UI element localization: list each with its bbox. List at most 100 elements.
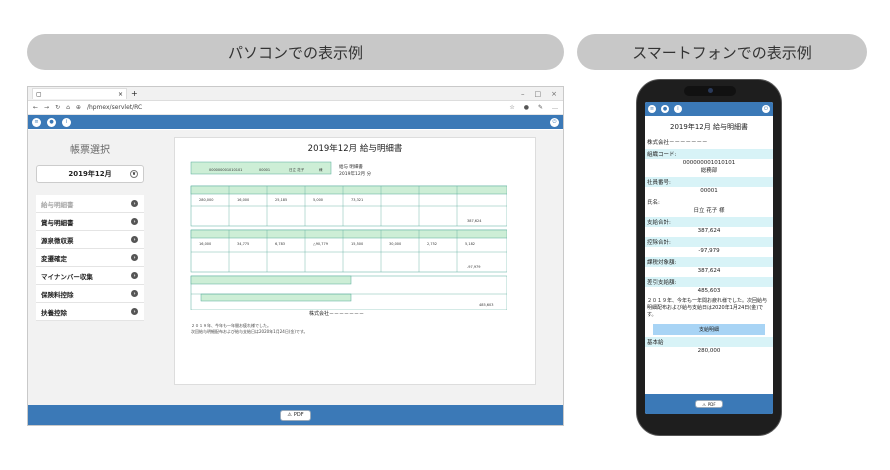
report-sidebar: 帳票選択 2019年12月 ∨ 給与明細書 › 賞与明細書 › 源泉徴収票 › 変遷確… [36, 136, 144, 405]
deduct-value: 30,000 [389, 242, 401, 246]
sp-field-label: 社員番号: [645, 177, 773, 187]
menu-item-withholding[interactable]: 源泉徴収票 › [36, 231, 144, 249]
logout-icon[interactable]: ⏻ [550, 117, 559, 127]
note-line: 次回給与明細配布および給与支給日は2020年1月24日(金)です。 [191, 329, 308, 334]
favorite-star-icon[interactable]: ☆ [509, 104, 514, 111]
menu-item-label: マイナンバー収集 [41, 272, 93, 281]
sp-field-label: 課税対象額: [645, 257, 773, 267]
url-field[interactable]: /hpmex/servlet/RC [87, 104, 142, 111]
menu-item-insurance[interactable]: 保険料控除 › [36, 285, 144, 303]
sp-pdf-button[interactable]: ⚠ PDF [695, 400, 723, 408]
menu-item-label: 給与明細書 [41, 200, 74, 209]
window-close-button[interactable]: × [551, 90, 557, 98]
site-info-icon[interactable]: ⊕ [76, 104, 81, 111]
sp-field-label: 控除合計: [645, 237, 773, 247]
net-total: 485,603 [479, 303, 493, 307]
pen-icon[interactable]: ✎ [538, 104, 543, 111]
smartphone: ≡ ● i ⏻ 2019年12月 給与明細書 株式会社－－－－－－－ 組織コード… [636, 79, 782, 436]
browser-tab-bar: ▢ × + – □ × [28, 87, 563, 101]
chevron-right-icon: › [131, 254, 138, 261]
payslip-table: 000000001010101 00001 日立 花子 様 給与 明細書 201… [190, 161, 507, 310]
sp-bottom-bar: ⚠ PDF [645, 394, 773, 414]
info-icon[interactable]: i [674, 105, 682, 113]
menu-item-bonus[interactable]: 賞与明細書 › [36, 213, 144, 231]
menu-item-salary[interactable]: 給与明細書 › [36, 195, 144, 213]
sp-item-label: 基本給 [645, 337, 773, 347]
deduct-value: △90,779 [313, 242, 328, 246]
deduct-value: 34,775 [237, 242, 249, 246]
new-tab-button[interactable]: + [131, 89, 138, 98]
chevron-down-icon: ∨ [130, 170, 138, 178]
profile-icon[interactable]: ● [524, 104, 529, 111]
pdf-button[interactable]: ⚠ PDF [280, 409, 311, 421]
menu-item-label: 扶養控除 [41, 308, 67, 317]
payslip-notes: ２０１９年、今年も一年間お疲れ様でした。 次回給与明細配布および給与支給日は20… [191, 323, 308, 335]
chevron-right-icon: › [131, 236, 138, 243]
pdf-button-label: PDF [293, 412, 304, 418]
sp-detail-button[interactable]: 支給明細 [653, 324, 765, 335]
browser-tab[interactable]: ▢ × [32, 88, 127, 99]
minimize-button[interactable]: – [521, 90, 525, 98]
reload-icon[interactable]: ↻ [55, 104, 60, 111]
menu-icon[interactable]: ≡ [32, 117, 41, 127]
menu-item-dependent[interactable]: 扶養控除 › [36, 303, 144, 321]
logout-icon[interactable]: ⏻ [762, 105, 770, 113]
sp-field-label: 組織コード: [645, 149, 773, 159]
header-kind: 給与 明細書 [339, 163, 363, 170]
sp-field-label: 氏名: [647, 200, 660, 206]
chevron-right-icon: › [131, 308, 138, 315]
pdf-button-label: PDF [707, 401, 716, 407]
sidebar-title: 帳票選択 [70, 145, 110, 156]
more-icon[interactable]: … [552, 104, 558, 111]
sp-field-value: 387,624 [697, 228, 721, 234]
sp-heading: スマートフォンでの表示例 [577, 34, 867, 70]
month-select-value: 2019年12月 [68, 170, 112, 178]
deduct-value: 16,000 [199, 242, 211, 246]
sp-title: 2019年12月 給与明細書 [670, 123, 748, 131]
sp-field-value: 00001 [700, 188, 718, 194]
month-select[interactable]: 2019年12月 ∨ [36, 165, 144, 183]
payslip-title: 2019年12月 給与明細書 [307, 144, 403, 154]
header-period: 2019年12月 分 [339, 170, 372, 177]
tab-close-button[interactable]: × [118, 91, 123, 98]
earn-value: 25,185 [275, 198, 287, 202]
sp-item-value: 280,000 [697, 348, 721, 354]
pc-browser-window: ▢ × + – □ × ← → ↻ ⌂ ⊕ /hpmex/servlet/RC … [27, 86, 564, 426]
deduct-value: 2,752 [427, 242, 437, 246]
menu-item-mynumber[interactable]: マイナンバー収集 › [36, 267, 144, 285]
menu-item-change[interactable]: 変遷確定 › [36, 249, 144, 267]
maximize-button[interactable]: □ [535, 90, 542, 98]
home-dot-icon[interactable]: ● [661, 105, 669, 113]
sp-field-value: 000000001010101 総務部 [682, 160, 736, 174]
menu-item-label: 源泉徴収票 [41, 236, 74, 245]
sp-company: 株式会社－－－－－－－ [647, 140, 708, 146]
report-menu: 給与明細書 › 賞与明細書 › 源泉徴収票 › 変遷確定 › マイナンバー収集 › 保険料… [36, 195, 144, 321]
back-icon[interactable]: ← [33, 104, 38, 111]
info-icon[interactable]: i [62, 117, 71, 127]
forward-icon[interactable]: → [44, 104, 49, 111]
deduct-total: -97,979 [467, 265, 481, 269]
pdf-icon: ⚠ [287, 412, 292, 418]
home-dot-icon[interactable]: ● [47, 117, 56, 127]
deduct-value: 5,182 [465, 242, 475, 246]
pc-bottom-bar: ⚠ PDF [28, 405, 563, 425]
page-icon: ▢ [36, 90, 42, 98]
menu-icon[interactable]: ≡ [648, 105, 656, 113]
menu-item-label: 保険料控除 [41, 290, 74, 299]
chevron-right-icon: › [131, 290, 138, 297]
chevron-right-icon: › [131, 272, 138, 279]
payslip-document: 2019年12月 給与明細書 000000001010101 00001 日立 … [174, 137, 536, 385]
phone-screen: ≡ ● i ⏻ 2019年12月 給与明細書 株式会社－－－－－－－ 組織コード… [645, 102, 773, 414]
sp-heading-label: スマートフォンでの表示例 [632, 43, 812, 62]
header-name: 日立 花子 [289, 167, 305, 172]
sp-field-label: 支給合計: [645, 217, 773, 227]
pc-content: 帳票選択 2019年12月 ∨ 給与明細書 › 賞与明細書 › 源泉徴収票 › 変遷確… [28, 130, 563, 405]
sp-field-value: 485,603 [697, 288, 721, 294]
home-icon[interactable]: ⌂ [66, 104, 70, 111]
earn-value: 73,321 [351, 198, 363, 202]
camera-icon [708, 88, 713, 93]
sp-field-value: 日立 花子 様 [693, 208, 725, 214]
deduct-value: 6,783 [275, 242, 285, 246]
header-suffix: 様 [319, 167, 323, 172]
header-code: 000000001010101 [209, 168, 242, 172]
